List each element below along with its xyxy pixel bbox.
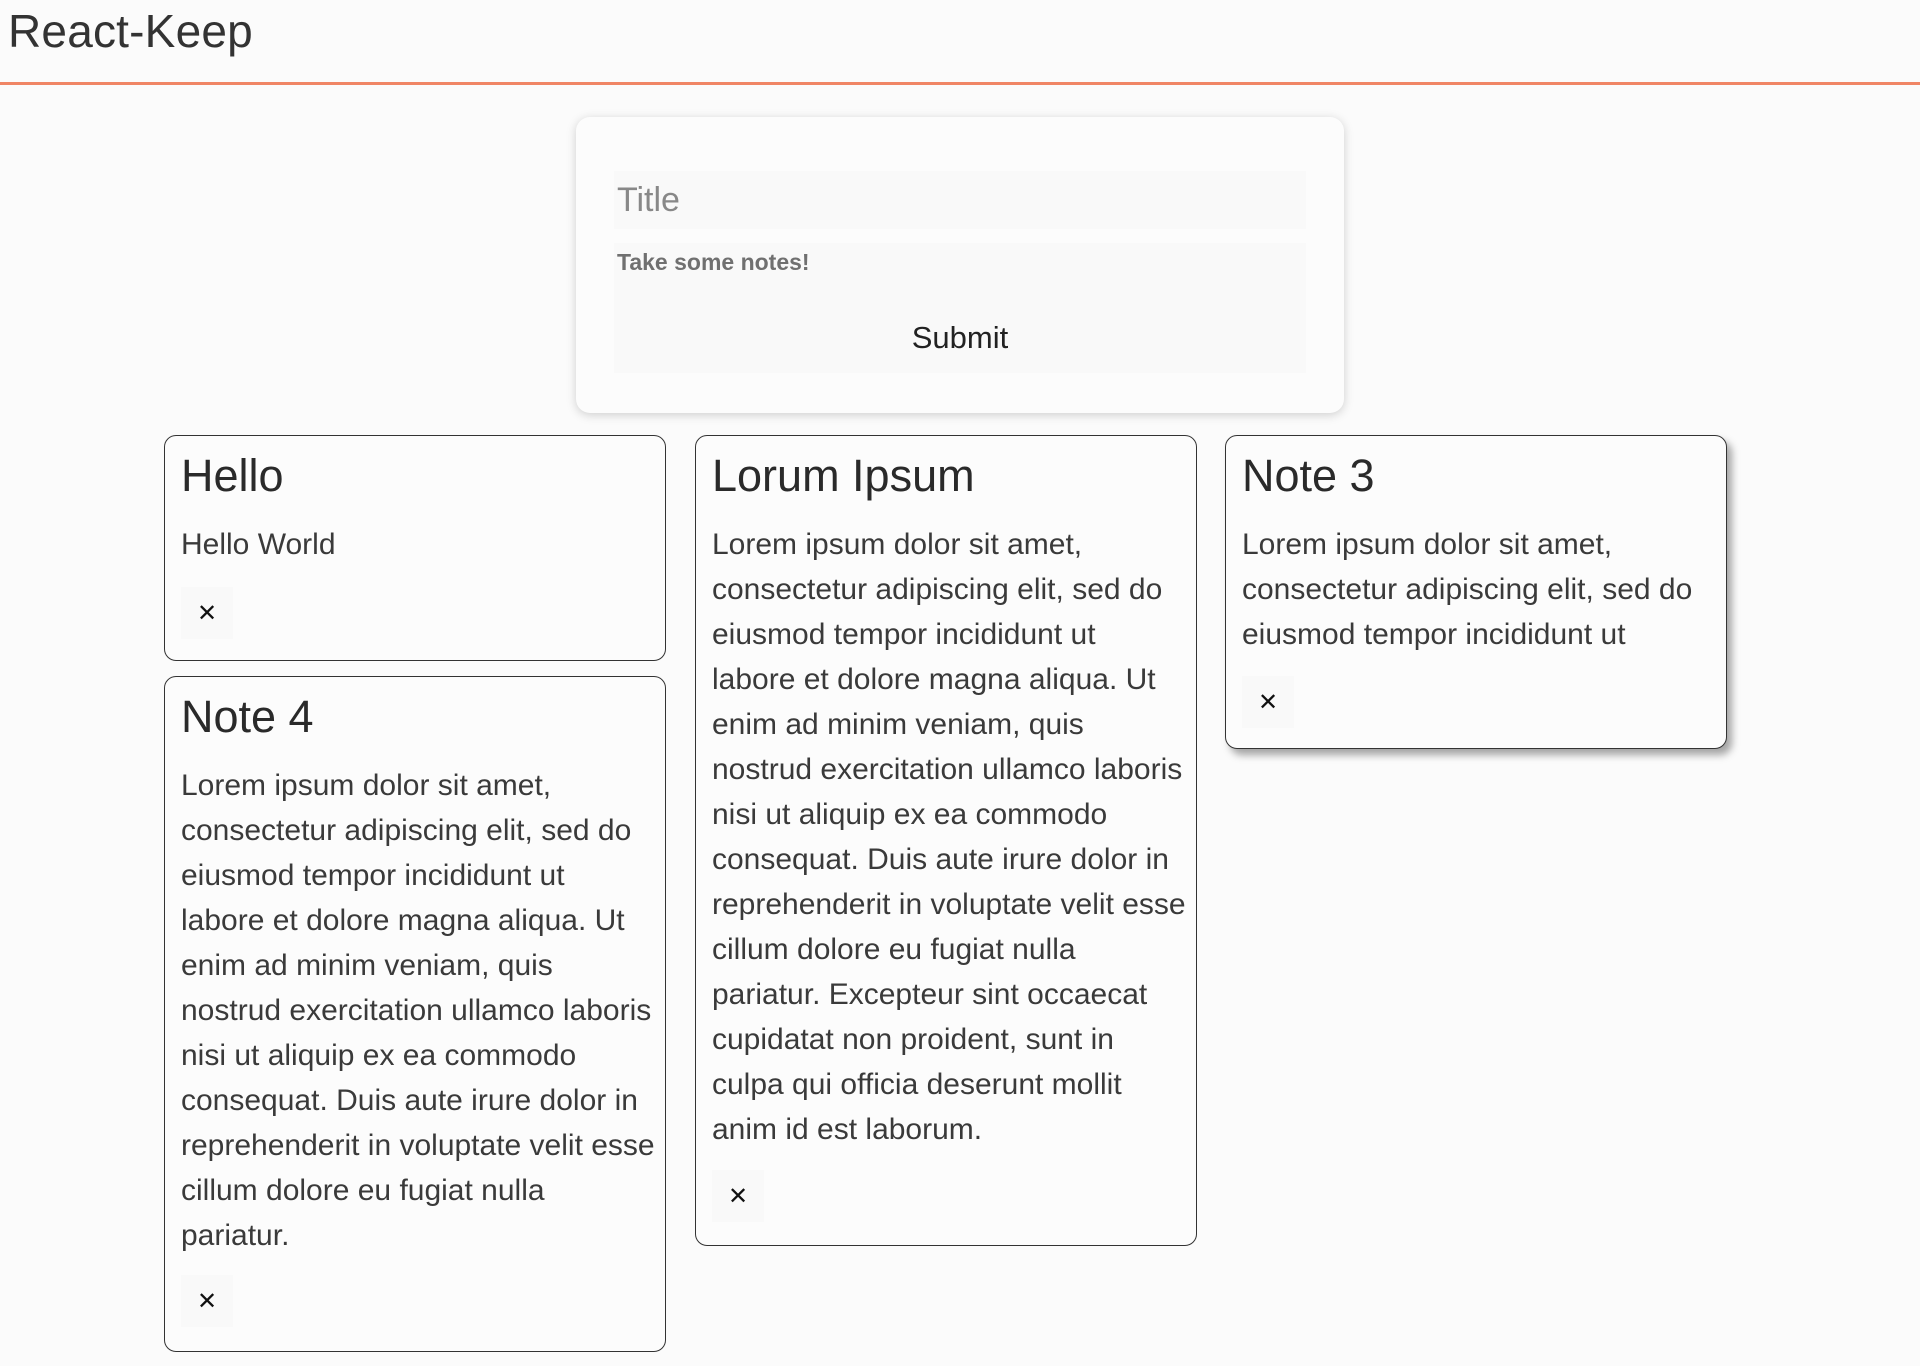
close-icon: ✕	[727, 1182, 749, 1210]
delete-note-button[interactable]: ✕	[181, 1275, 233, 1327]
create-note-form: Submit	[576, 117, 1344, 413]
close-icon: ✕	[196, 599, 218, 627]
delete-note-button[interactable]: ✕	[181, 587, 233, 639]
note-card: Lorum Ipsum Lorem ipsum dolor sit amet, …	[695, 435, 1197, 1246]
app-title: React-Keep	[8, 5, 253, 57]
note-title-input[interactable]	[614, 171, 1306, 229]
note-content-input[interactable]	[614, 243, 1306, 303]
note-card: Note 4 Lorem ipsum dolor sit amet, conse…	[164, 676, 666, 1352]
delete-note-button[interactable]: ✕	[712, 1170, 764, 1222]
note-content: Hello World	[181, 528, 336, 561]
note-content: Lorem ipsum dolor sit amet, consectetur …	[712, 528, 1186, 1146]
close-icon: ✕	[196, 1287, 218, 1315]
note-content: Lorem ipsum dolor sit amet, consectetur …	[1242, 528, 1693, 651]
note-title: Note 3	[1242, 450, 1375, 501]
note-title: Lorum Ipsum	[712, 450, 975, 501]
app-header: React-Keep	[0, 0, 1920, 85]
note-card: Hello Hello World ✕	[164, 435, 666, 661]
note-card: Note 3 Lorem ipsum dolor sit amet, conse…	[1225, 435, 1727, 749]
delete-note-button[interactable]: ✕	[1242, 676, 1294, 728]
note-title: Hello	[181, 450, 284, 501]
note-content: Lorem ipsum dolor sit amet, consectetur …	[181, 769, 655, 1252]
submit-button[interactable]: Submit	[614, 303, 1306, 373]
note-title: Note 4	[181, 691, 314, 742]
close-icon: ✕	[1257, 688, 1279, 716]
